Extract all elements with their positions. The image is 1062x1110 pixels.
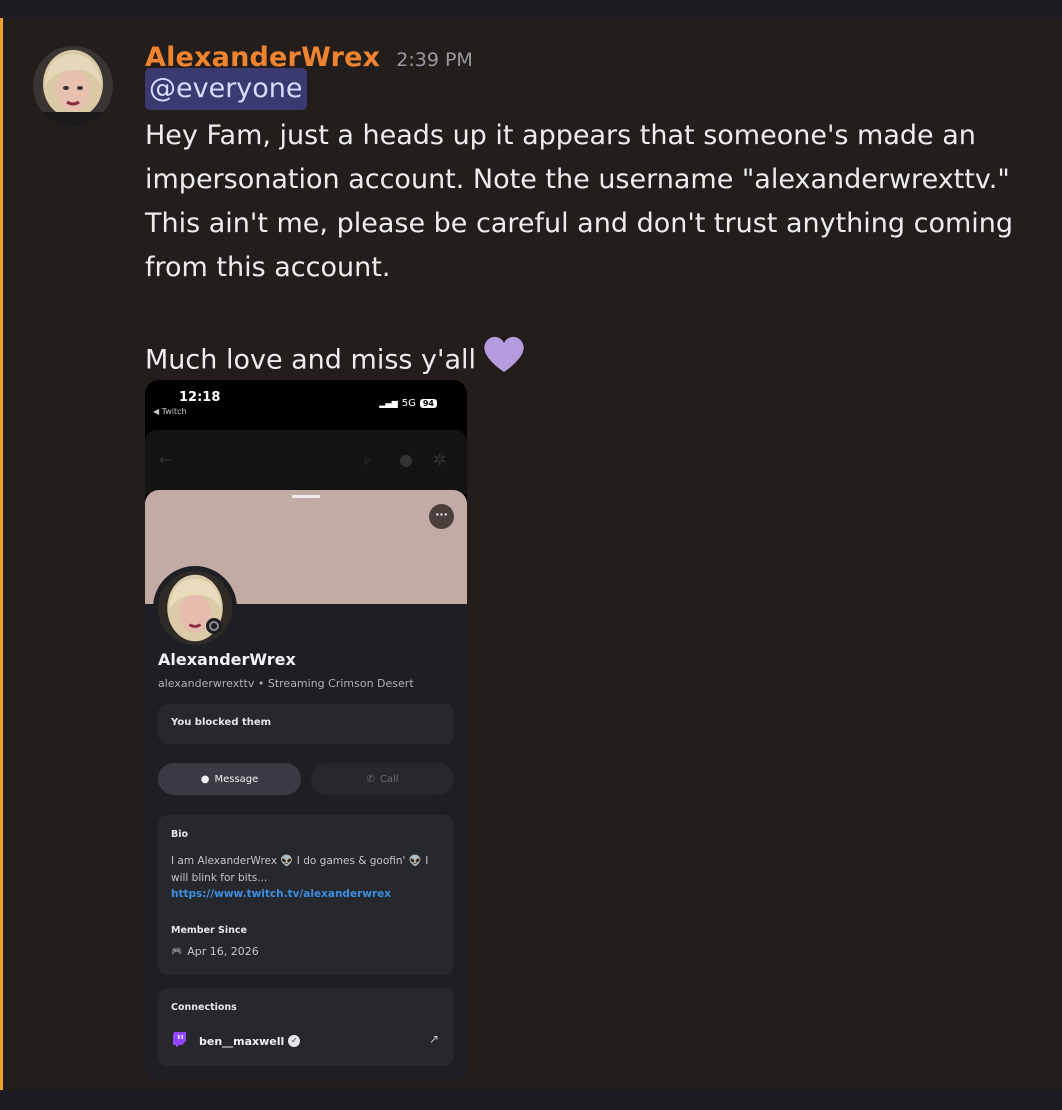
chat-bubble-icon: ● [200,773,210,785]
external-link-icon: ↗ [428,1032,439,1046]
member-since-title: Member Since [171,925,247,936]
message-line: This ain't me, please be careful and don… [145,208,1014,239]
bell-icon: ● [399,450,413,469]
connections-title: Connections [171,1002,237,1013]
blocked-text: You blocked them [171,717,272,728]
battery-icon: 94 [419,399,437,408]
more-options-button: ··· [429,504,454,529]
bio-card: Bio I am AlexanderWrex 👽 I do games & go… [158,815,454,975]
back-arrow-icon: ← [159,450,173,469]
twitch-icon [173,1031,187,1051]
message-button-label: Message [214,773,259,785]
member-since-row: 🎮 Apr 16, 2026 [171,945,259,958]
member-since-date: Apr 16, 2026 [187,945,259,958]
phone-status-bar: 12:18 ◀ Twitch ▂▄▆ 5G 94 [145,380,467,430]
user-avatar[interactable] [33,46,113,126]
purple-heart-icon [482,334,526,388]
profile-avatar [153,566,237,650]
profile-display-name: AlexanderWrex [158,650,296,669]
phone-icon: ✆ [366,773,375,785]
signal-icon: ▂▄▆ [379,399,398,408]
message-timestamp: 2:39 PM [396,49,473,71]
status-time: 12:18 [179,390,221,405]
message-closing-text: Much love and miss y'all [145,344,476,376]
everyone-mention[interactable]: @everyone [145,68,307,110]
offline-status-icon [206,618,222,634]
message-line: Hey Fam, just a heads up it appears that… [145,120,976,151]
phone-top-bar: ← ⌕ ● ✲ [145,430,467,494]
attached-screenshot[interactable]: 12:18 ◀ Twitch ▂▄▆ 5G 94 ← ⌕ ● ✲ ··· Ale… [145,380,467,1080]
profile-username-line: alexanderwrexttv • Streaming Crimson Des… [158,677,414,690]
bio-link: https://www.twitch.tv/alexanderwrex [171,888,392,900]
call-button: ✆ Call [311,763,454,795]
profile-sheet: ··· AlexanderWrex alexanderwrexttv • Str… [145,490,467,1080]
bio-text: I am AlexanderWrex 👽 I do games & goofin… [171,855,429,884]
gear-icon: ✲ [433,450,447,469]
verified-icon: ✓ [288,1035,301,1047]
call-button-label: Call [379,773,399,785]
sheet-handle [292,495,320,498]
back-to-app: ◀ Twitch [153,407,187,416]
message-line: from this account. [145,252,391,283]
network-label: 5G [401,398,416,409]
message-line: impersonation account. Note the username… [145,164,1010,195]
connections-card: Connections ben__maxwell ✓ ↗ [158,988,454,1066]
blocked-notice: You blocked them [158,704,454,744]
discord-icon: 🎮 [171,946,183,957]
connection-row: ben__maxwell ✓ ↗ [173,1031,439,1051]
message-button: ● Message [158,763,301,795]
connection-name: ben__maxwell [199,1034,285,1048]
message-container: AlexanderWrex 2:39 PM @everyone Hey Fam,… [0,18,1062,1090]
search-icon: ⌕ [363,450,372,469]
bio-title: Bio [171,829,189,840]
message-body: Hey Fam, just a heads up it appears that… [145,114,1045,388]
